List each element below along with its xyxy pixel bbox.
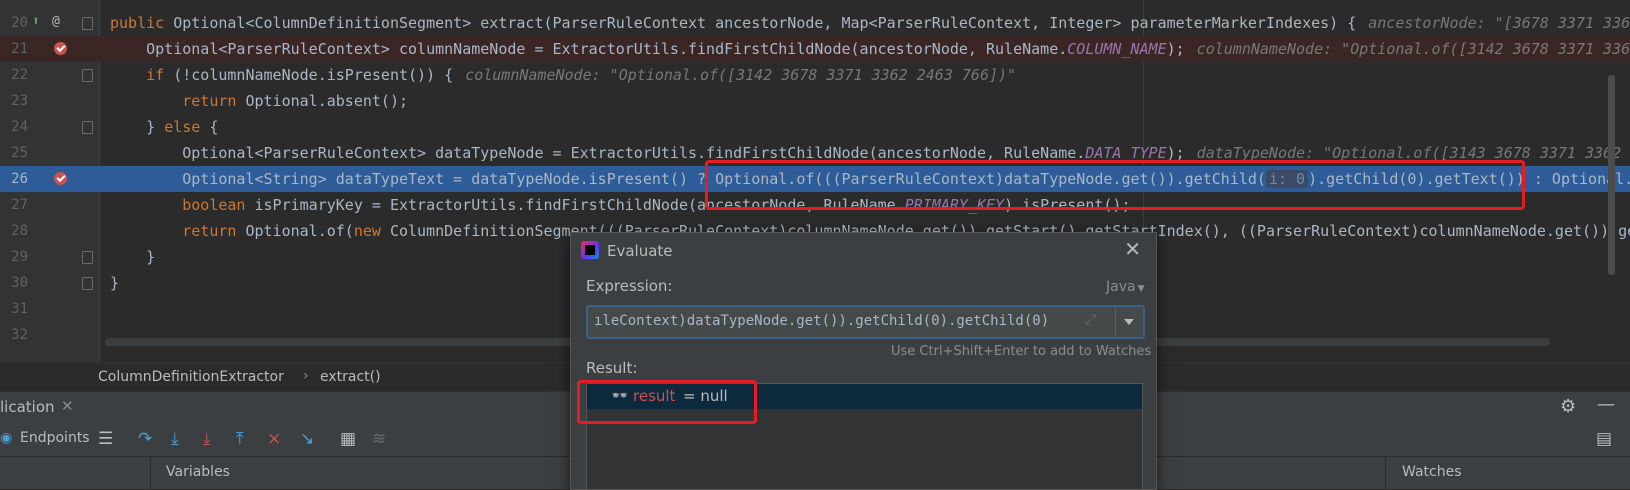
annotation-highlight-box — [705, 160, 1525, 210]
breadcrumb-separator: › — [303, 368, 309, 384]
panel-divider[interactable] — [1385, 457, 1386, 489]
expression-label: Expression: — [586, 277, 673, 295]
code-keyword: return — [182, 222, 246, 240]
line-number: 24 — [11, 119, 28, 135]
code-keyword: boolean — [182, 196, 255, 214]
breakpoint-icon[interactable] — [54, 42, 67, 55]
breakpoint-icon[interactable] — [54, 172, 67, 185]
inline-debug-value: columnNameNode: "Optional.of([3142 3678 … — [465, 66, 1017, 84]
breadcrumb-method[interactable]: extract() — [320, 369, 381, 385]
step-out-icon[interactable]: ⤒ — [236, 429, 244, 449]
code-text: Optional<ColumnDefinitionSegment> extrac… — [173, 14, 1357, 32]
watches-hint: Use Ctrl+Shift+Enter to add to Watches — [891, 344, 1152, 359]
frames-panel-header — [0, 457, 151, 489]
gear-icon[interactable]: ⚙ — [1560, 396, 1576, 417]
expression-text[interactable]: ıleContext)dataTypeNode.get()).getChild(… — [594, 313, 1049, 329]
chevron-down-icon: ▼ — [1137, 284, 1145, 294]
code-text: ); — [1166, 40, 1185, 58]
code-keyword: public — [110, 14, 174, 32]
fold-icon[interactable] — [82, 121, 93, 134]
line-number: 25 — [11, 145, 28, 161]
code-text: } — [146, 118, 165, 136]
debug-tab-label[interactable]: lication — [0, 398, 55, 416]
drop-frame-icon[interactable]: ⨯ — [267, 429, 281, 449]
inline-debug-value: columnNameNode: "Optional.of([3142 3678 … — [1196, 40, 1630, 58]
code-text: Optional.of( — [245, 222, 354, 240]
fold-icon[interactable] — [82, 17, 93, 30]
trace-stream-icon[interactable]: ≋ — [372, 429, 386, 449]
inline-debug-value: ancestorNode: "[3678 3371 3362 — [1368, 14, 1630, 32]
close-icon[interactable]: ✕ — [1124, 237, 1141, 261]
line-number: 29 — [11, 249, 28, 265]
menu-icon[interactable]: ☰ — [98, 429, 113, 449]
step-into-icon[interactable]: ⤓ — [203, 429, 211, 449]
language-selector[interactable]: Java ▼ — [1106, 279, 1145, 295]
variables-panel-title: Variables — [166, 464, 230, 480]
line-number: 22 — [11, 67, 28, 83]
code-keyword: new — [353, 222, 390, 240]
code-keyword: return — [182, 92, 246, 110]
expand-icon[interactable]: ⤢ — [1085, 312, 1096, 328]
layout-icon[interactable]: ▤ — [1596, 429, 1612, 449]
code-text: (!columnNameNode.isPresent()) { — [173, 66, 454, 84]
fold-icon[interactable] — [82, 277, 93, 290]
history-dropdown-button[interactable] — [1115, 307, 1142, 337]
vertical-scrollbar[interactable] — [1608, 75, 1615, 275]
evaluate-dialog: Evaluate ✕ Expression: Java ▼ ıleContext)… — [570, 232, 1157, 490]
code-text: Optional<ParserRuleContext> columnNameNo… — [146, 40, 1068, 58]
code-text: } — [146, 248, 156, 266]
watches-panel-title: Watches — [1402, 464, 1462, 480]
code-keyword: else — [164, 118, 210, 136]
evaluate-expression-icon[interactable]: ▦ — [340, 429, 356, 449]
line-number: 31 — [11, 301, 28, 317]
line-number: 27 — [11, 197, 28, 213]
line-number: 20 — [11, 15, 28, 31]
code-line-breakpoint[interactable]: 21 Optional<ParserRuleContext> columnNam… — [0, 36, 1630, 62]
code-line[interactable]: 23 return Optional.absent(); — [0, 88, 1630, 114]
endpoints-icon: ◉ — [0, 430, 13, 446]
step-over-icon[interactable]: ⤓ — [171, 429, 179, 449]
show-execution-point-icon[interactable]: ↷ — [138, 429, 152, 449]
line-number: 30 — [11, 275, 28, 291]
fold-icon[interactable] — [82, 251, 93, 264]
implements-icon[interactable]: ⬆ — [32, 14, 40, 29]
fold-icon[interactable] — [82, 69, 93, 82]
endpoints-tab[interactable]: Endpoints — [20, 430, 90, 446]
breadcrumb-class[interactable]: ColumnDefinitionExtractor — [98, 369, 284, 385]
intellij-logo-icon — [581, 241, 599, 259]
expression-input[interactable]: ıleContext)dataTypeNode.get()).getChild(… — [586, 305, 1145, 339]
line-number: 32 — [11, 327, 28, 343]
annotation-icon: @ — [52, 14, 60, 29]
code-line[interactable]: ⬆ @ 20 public Optional<ColumnDefinitionS… — [0, 10, 1630, 36]
line-number: 23 — [11, 93, 28, 109]
annotation-highlight-box — [577, 380, 757, 424]
line-number: 28 — [11, 223, 28, 239]
line-number: 21 — [11, 41, 28, 57]
code-text: Optional.absent(); — [245, 92, 409, 110]
result-label: Result: — [586, 359, 638, 377]
code-text: { — [209, 118, 219, 136]
code-line[interactable]: 24 } else { — [0, 114, 1630, 140]
run-to-cursor-icon[interactable]: ↘ — [300, 429, 314, 449]
code-line[interactable]: 22 if (!columnNameNode.isPresent()) { col… — [0, 62, 1630, 88]
code-text: } — [110, 274, 120, 292]
line-number: 26 — [11, 171, 28, 187]
dialog-title: Evaluate — [607, 242, 673, 260]
code-keyword: if — [146, 66, 174, 84]
close-icon[interactable]: ✕ — [61, 397, 74, 415]
language-value: Java — [1106, 279, 1136, 295]
code-constant: COLUMN_NAME — [1067, 40, 1167, 58]
minimize-icon[interactable]: — — [1597, 394, 1615, 415]
